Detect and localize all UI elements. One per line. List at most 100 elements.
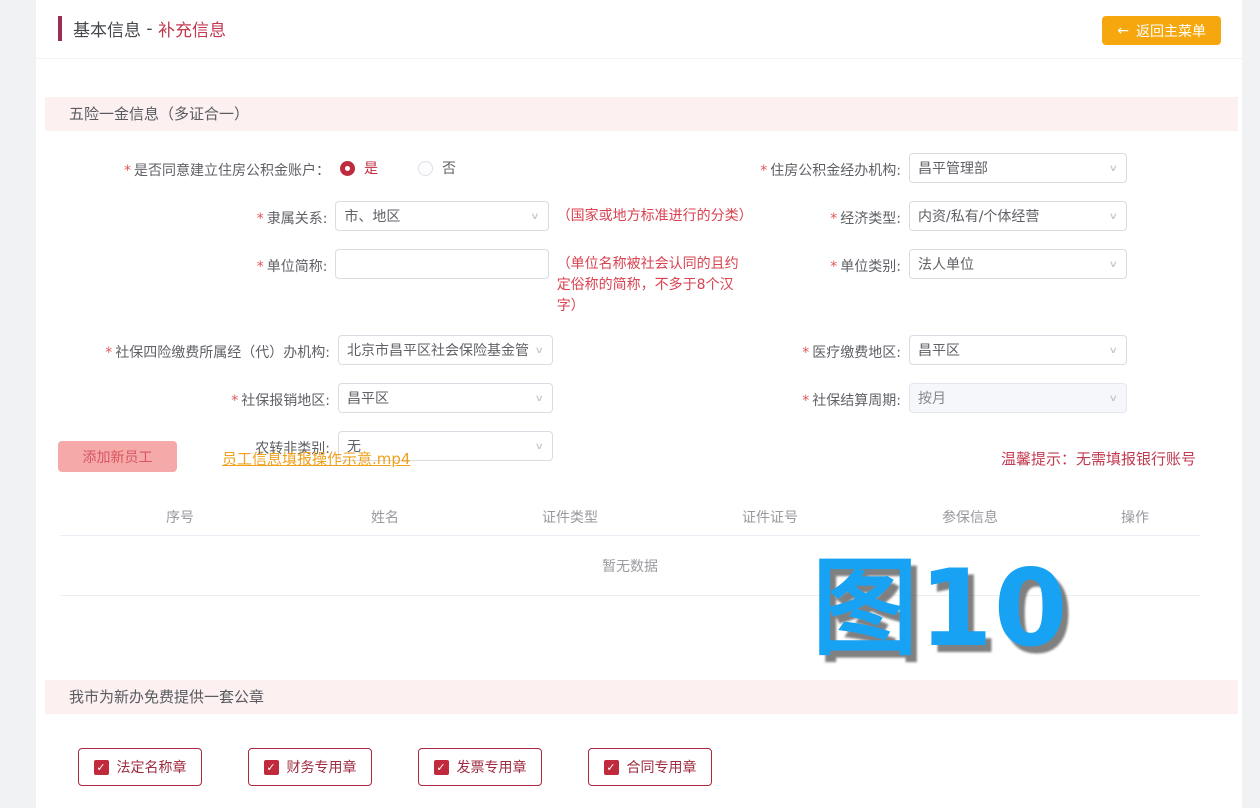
field-settlement-cycle: *社保结算周期: 按月 ∨ — [747, 383, 1127, 413]
column-header-id-number: 证件证号 — [670, 507, 870, 527]
radio-option-yes[interactable]: 是 — [340, 158, 378, 178]
social-reimburse-area-label: *社保报销地区: — [36, 383, 330, 413]
short-name-input[interactable] — [335, 249, 548, 279]
checkbox-checked-icon[interactable]: ✓ — [434, 760, 449, 775]
chevron-down-icon: ∨ — [1108, 393, 1118, 404]
settlement-cycle-label: *社保结算周期: — [747, 383, 901, 413]
field-fund-account: *是否同意建立住房公积金账户： 是 否 — [36, 153, 747, 183]
field-affiliation: *隶属关系: 市、地区 ∨ （国家或地方标准进行的分类） — [36, 201, 747, 231]
affiliation-value: 市、地区 — [344, 206, 528, 226]
medical-area-select[interactable]: 昌平区 ∨ — [909, 335, 1127, 365]
seal-label: 财务专用章 — [287, 757, 357, 777]
form-row-5: *社保报销地区: 昌平区 ∨ *社保结算周期: 按月 ∨ — [36, 383, 1242, 413]
column-header-actions: 操作 — [1070, 507, 1200, 527]
social-reimburse-area-value: 昌平区 — [347, 388, 532, 408]
page-background: 基本信息 - 补充信息 ← 返回主菜单 五险一金信息（多证合一） *是否同意建立… — [0, 0, 1260, 808]
column-header-name: 姓名 — [300, 507, 470, 527]
field-short-name: *单位简称: （单位名称被社会认同的且约定俗称的简称，不多于8个汉字） — [36, 249, 747, 317]
field-social-agency: *社保四险缴费所属经（代）办机构: 北京市昌平区社会保险基金管 ∨ — [36, 335, 747, 365]
bank-account-tip: 温馨提示：无需填报银行账号 — [1001, 448, 1196, 469]
unit-category-select[interactable]: 法人单位 ∨ — [909, 249, 1127, 279]
form-row-4: *社保四险缴费所属经（代）办机构: 北京市昌平区社会保险基金管 ∨ *医疗缴费地… — [36, 335, 1242, 365]
insurance-form: *是否同意建立住房公积金账户： 是 否 *住房公积金经办机构: — [36, 153, 1242, 479]
section-header-seals: 我市为新办免费提供一套公章 — [45, 680, 1238, 714]
form-row-2: *隶属关系: 市、地区 ∨ （国家或地方标准进行的分类） *经济类型: 内资/私… — [36, 201, 1242, 231]
field-medical-area: *医疗缴费地区: 昌平区 ∨ — [747, 335, 1127, 365]
radio-yes-label: 是 — [364, 158, 378, 178]
short-name-label: *单位简称: — [36, 249, 327, 317]
seal-options: ✓ 法定名称章 ✓ 财务专用章 ✓ 发票专用章 ✓ 合同专用章 — [78, 748, 758, 786]
radio-selected-icon[interactable] — [340, 161, 355, 176]
fund-agency-value: 昌平管理部 — [918, 158, 1106, 178]
radio-option-no[interactable]: 否 — [418, 158, 456, 178]
back-button-label: 返回主菜单 — [1136, 21, 1206, 41]
required-mark: * — [760, 163, 767, 179]
economic-type-select[interactable]: 内资/私有/个体经营 ∨ — [909, 201, 1127, 231]
radio-no-label: 否 — [442, 158, 456, 178]
back-to-main-menu-button[interactable]: ← 返回主菜单 — [1102, 16, 1221, 45]
required-mark: * — [830, 211, 837, 227]
medical-area-label: *医疗缴费地区: — [747, 335, 901, 365]
seal-option-invoice[interactable]: ✓ 发票专用章 — [418, 748, 542, 786]
chevron-down-icon: ∨ — [1108, 345, 1118, 356]
chevron-down-icon: ∨ — [534, 441, 544, 452]
page-subtitle: 补充信息 — [158, 16, 226, 41]
field-fund-agency: *住房公积金经办机构: 昌平管理部 ∨ — [747, 153, 1127, 183]
social-agency-label: *社保四险缴费所属经（代）办机构: — [36, 335, 330, 365]
settlement-cycle-value: 按月 — [918, 388, 1106, 408]
form-row-3: *单位简称: （单位名称被社会认同的且约定俗称的简称，不多于8个汉字） *单位类… — [36, 249, 1242, 317]
fund-agency-select[interactable]: 昌平管理部 ∨ — [909, 153, 1127, 183]
page-header: 基本信息 - 补充信息 ← 返回主菜单 — [36, 0, 1242, 59]
section-header-insurance: 五险一金信息（多证合一） — [45, 97, 1238, 131]
medical-area-value: 昌平区 — [918, 340, 1106, 360]
required-mark: * — [802, 345, 809, 361]
chevron-down-icon: ∨ — [1108, 211, 1118, 222]
unit-category-value: 法人单位 — [918, 254, 1106, 274]
required-mark: * — [802, 393, 809, 409]
chevron-down-icon: ∨ — [530, 211, 540, 222]
social-reimburse-area-select[interactable]: 昌平区 ∨ — [338, 383, 553, 413]
fund-account-label: *是否同意建立住房公积金账户： — [36, 153, 330, 183]
seal-option-legal-name[interactable]: ✓ 法定名称章 — [78, 748, 202, 786]
figure-watermark: 图10 — [812, 551, 1069, 668]
seal-option-finance[interactable]: ✓ 财务专用章 — [248, 748, 372, 786]
employee-table-header: 序号 姓名 证件类型 证件证号 参保信息 操作 — [60, 498, 1200, 536]
arrow-left-icon: ← — [1117, 23, 1129, 39]
required-mark: * — [105, 345, 112, 361]
field-economic-type: *经济类型: 内资/私有/个体经营 ∨ — [747, 201, 1127, 231]
affiliation-label: *隶属关系: — [36, 201, 327, 231]
affiliation-note: （国家或地方标准进行的分类） — [557, 201, 747, 231]
checkbox-checked-icon[interactable]: ✓ — [94, 760, 109, 775]
content-card: 基本信息 - 补充信息 ← 返回主菜单 五险一金信息（多证合一） *是否同意建立… — [36, 0, 1242, 808]
checkbox-checked-icon[interactable]: ✓ — [604, 760, 619, 775]
checkbox-checked-icon[interactable]: ✓ — [264, 760, 279, 775]
required-mark: * — [257, 211, 264, 227]
chevron-down-icon: ∨ — [1108, 163, 1118, 174]
seal-option-contract[interactable]: ✓ 合同专用章 — [588, 748, 712, 786]
add-employee-button[interactable]: 添加新员工 — [58, 441, 177, 472]
employee-guide-video-link[interactable]: 员工信息填报操作示意.mp4 — [222, 448, 410, 469]
chevron-down-icon: ∨ — [1108, 259, 1118, 270]
social-agency-select[interactable]: 北京市昌平区社会保险基金管 ∨ — [338, 335, 553, 365]
form-row-1: *是否同意建立住房公积金账户： 是 否 *住房公积金经办机构: — [36, 153, 1242, 183]
economic-type-label: *经济类型: — [747, 201, 901, 231]
fund-account-radio-group: 是 否 — [340, 153, 456, 183]
social-agency-value: 北京市昌平区社会保险基金管 — [347, 340, 532, 360]
field-unit-category: *单位类别: 法人单位 ∨ — [747, 249, 1127, 317]
chevron-down-icon: ∨ — [534, 345, 544, 356]
affiliation-select[interactable]: 市、地区 ∨ — [335, 201, 548, 231]
required-mark: * — [124, 163, 131, 179]
seal-label: 法定名称章 — [117, 757, 187, 777]
column-header-id-type: 证件类型 — [470, 507, 670, 527]
unit-category-label: *单位类别: — [747, 249, 901, 317]
settlement-cycle-select: 按月 ∨ — [909, 383, 1127, 413]
section-title-insurance: 五险一金信息（多证合一） — [69, 105, 249, 123]
title-accent-bar — [58, 16, 62, 41]
page-title: 基本信息 — [73, 16, 141, 41]
section-title-seals: 我市为新办免费提供一套公章 — [69, 688, 264, 706]
seal-label: 发票专用章 — [457, 757, 527, 777]
required-mark: * — [830, 259, 837, 275]
radio-unselected-icon[interactable] — [418, 161, 433, 176]
breadcrumb: 基本信息 - 补充信息 — [58, 16, 226, 41]
seal-label: 合同专用章 — [627, 757, 697, 777]
